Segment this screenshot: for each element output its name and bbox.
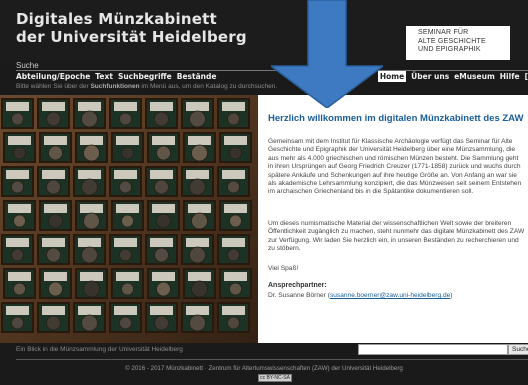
seminar-logo-text: SEMINAR FÜR ALTE GESCHICHTE UND EPIGRAPH… (418, 29, 486, 55)
search-input[interactable] (358, 344, 508, 355)
nav-item-language[interactable]: [ (525, 71, 528, 82)
welcome-title: Herzlich willkommen im digitalen Münzkab… (268, 113, 524, 124)
search-hint-text-start: Bitte wählen Sie über der (16, 83, 91, 90)
site-title[interactable]: Digitales Münzkabinett der Universität H… (16, 10, 247, 46)
nav-right-menu: Home Über uns eMuseum Hilfe [ (377, 71, 528, 82)
footer-copyright: © 2016 - 2017 Münzkabinett · Zentrum für… (125, 365, 403, 372)
seminar-logo[interactable]: SEMINAR FÜR ALTE GESCHICHTE UND EPIGRAPH… (406, 26, 510, 60)
search-button[interactable]: Suche (508, 344, 528, 355)
footer-divider (16, 359, 528, 360)
seminar-line2: ALTE GESCHICHTE (418, 37, 486, 45)
site-header: Digitales Münzkabinett der Universität H… (0, 0, 528, 60)
contact-email-link[interactable]: susanne.boerner@zaw.uni-heidelberg.de (330, 292, 450, 299)
closing-paragraph: Viel Spaß! (268, 265, 299, 272)
seminar-line1: SEMINAR FÜR (418, 29, 469, 36)
search-hint-text-end: im Menü aus, um den Katalog zu durchsuch… (139, 83, 278, 90)
nav-item-text[interactable]: Text (95, 71, 113, 82)
nav-item-hilfe[interactable]: Hilfe (500, 71, 520, 82)
seminar-line3: UND EPIGRAPHIK (418, 46, 481, 53)
invitation-paragraph: Um dieses numismatische Material der wis… (268, 220, 525, 253)
contact-line: Dr. Susanne Börner (susanne.boerner@zaw.… (268, 292, 453, 299)
contact-close: ) (450, 292, 453, 299)
search-section-label: Suche (16, 61, 39, 70)
intro-paragraph: Gemeinsam mit dem Institut für Klassisch… (268, 138, 522, 196)
nav-item-bestaende[interactable]: Bestände (177, 71, 217, 82)
arrow-down-icon (271, 0, 383, 108)
search-hint-keyword: Suchfunktionen (90, 83, 140, 90)
coin-tray-photo (0, 95, 258, 343)
nav-item-emuseum[interactable]: eMuseum (454, 71, 495, 82)
contact-name: Dr. Susanne Börner ( (268, 292, 330, 299)
site-title-line1: Digitales Münzkabinett (16, 10, 217, 28)
cc-license-badge[interactable]: cc BY-NC-SA (258, 374, 292, 382)
image-caption: Ein Blick in die Münzsammlung der Univer… (16, 346, 183, 353)
nav-item-abteilung-epoche[interactable]: Abteilung/Epoche (16, 71, 90, 82)
nav-left-menu: Abteilung/Epoche Text Suchbegriffe Bestä… (16, 71, 216, 82)
nav-item-ueber-uns[interactable]: Über uns (411, 71, 449, 82)
main-navigation: Abteilung/Epoche Text Suchbegriffe Bestä… (0, 71, 528, 82)
search-hint: Bitte wählen Sie über der Suchfunktionen… (16, 83, 516, 91)
coin-tray-illustration (0, 95, 258, 343)
welcome-panel: Herzlich willkommen im digitalen Münzkab… (258, 95, 528, 343)
contact-heading: Ansprechpartner: (268, 282, 327, 289)
site-title-line2: der Universität Heidelberg (16, 28, 247, 46)
nav-item-suchbegriffe[interactable]: Suchbegriffe (118, 71, 172, 82)
